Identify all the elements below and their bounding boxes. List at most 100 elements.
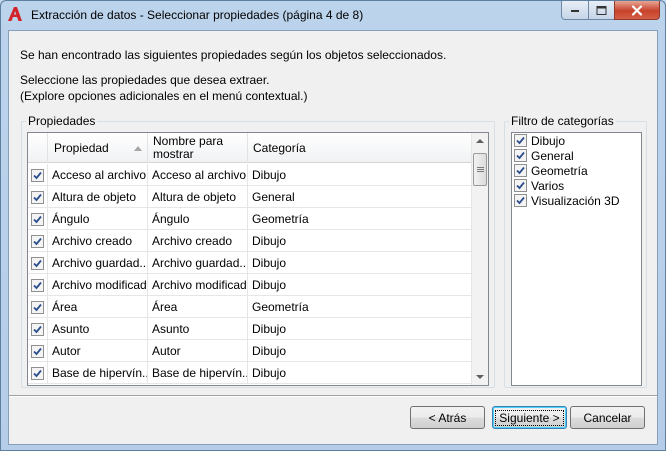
row-checkbox[interactable] [31, 322, 44, 336]
category-checkbox[interactable] [514, 194, 527, 207]
category-filter-item[interactable]: Geometría [512, 163, 641, 178]
checkmark-icon [516, 181, 525, 190]
grip-line [477, 169, 484, 170]
cell-category[interactable]: Dibujo [248, 274, 473, 296]
table-row[interactable]: Ángulo Ángulo Geometría [28, 208, 473, 230]
table-row[interactable]: Acceso al archivo Acceso al archivo Dibujo [28, 164, 473, 186]
row-check-cell[interactable] [28, 362, 48, 384]
cell-property[interactable]: Área [48, 296, 148, 318]
row-checkbox[interactable] [31, 212, 44, 226]
header-display-name[interactable]: Nombre para mostrar [148, 133, 248, 163]
cell-display-name[interactable]: Base de hipervín... [148, 362, 248, 384]
row-checkbox[interactable] [31, 366, 44, 380]
scroll-down-icon[interactable] [476, 375, 484, 379]
row-checkbox[interactable] [31, 190, 44, 204]
row-checkbox[interactable] [31, 278, 44, 292]
table-row[interactable]: Base de hipervín... Base de hipervín... Di… [28, 362, 473, 384]
row-check-cell[interactable] [28, 208, 48, 230]
category-checkbox[interactable] [514, 164, 527, 177]
properties-grid[interactable]: Propiedad Nombre para mostrar Categoría … [27, 132, 489, 386]
checkmark-icon [33, 347, 42, 355]
table-row[interactable]: Archivo modificado Archivo modificado Dibu… [28, 274, 473, 296]
cell-display-name[interactable]: Ángulo [148, 208, 248, 230]
row-checkbox[interactable] [31, 256, 44, 270]
row-checkbox[interactable] [31, 300, 44, 314]
cell-display-name[interactable]: Autor [148, 340, 248, 362]
intro-text: Se han encontrado las siguientes propied… [20, 48, 447, 62]
table-row[interactable]: Archivo creado Archivo creado Dibujo [28, 230, 473, 252]
cell-property[interactable]: Autor [48, 340, 148, 362]
row-check-cell[interactable] [28, 164, 48, 186]
row-check-cell[interactable] [28, 230, 48, 252]
table-row[interactable]: Autor Autor Dibujo [28, 340, 473, 362]
grip-line [477, 167, 484, 168]
cell-display-name[interactable]: Acceso al archivo [148, 164, 248, 186]
cell-property[interactable]: Altura de objeto [48, 186, 148, 208]
grid-rows: Acceso al archivo Acceso al archivo Dibujo… [28, 164, 473, 384]
cell-category[interactable]: Dibujo [248, 164, 473, 186]
row-checkbox[interactable] [31, 344, 44, 358]
row-checkbox[interactable] [31, 234, 44, 248]
cell-property[interactable]: Archivo creado [48, 230, 148, 252]
back-button[interactable]: < Atrás [410, 406, 485, 429]
cell-category[interactable]: Dibujo [248, 230, 473, 252]
category-filter-item[interactable]: Visualización 3D [512, 193, 641, 208]
cell-category[interactable]: Geometría [248, 296, 473, 318]
category-filter-list[interactable]: Dibujo General Geometría Varios Visualizació… [511, 132, 642, 386]
cancel-button[interactable]: Cancelar [570, 406, 645, 429]
category-checkbox[interactable] [514, 134, 527, 147]
row-check-cell[interactable] [28, 318, 48, 340]
cell-category[interactable]: Dibujo [248, 362, 473, 384]
cell-category[interactable]: Dibujo [248, 318, 473, 340]
header-display-name-label: Nombre para mostrar [153, 134, 224, 161]
category-checkbox[interactable] [514, 149, 527, 162]
cell-category[interactable]: Dibujo [248, 252, 473, 274]
maximize-button[interactable] [588, 1, 615, 20]
row-check-cell[interactable] [28, 340, 48, 362]
row-check-cell[interactable] [28, 186, 48, 208]
cell-category[interactable]: General [248, 186, 473, 208]
category-checkbox[interactable] [514, 179, 527, 192]
row-checkbox[interactable] [31, 168, 44, 182]
category-filter-item[interactable]: Dibujo [512, 133, 641, 148]
header-category[interactable]: Categoría [248, 133, 473, 163]
cell-category[interactable]: Dibujo [248, 340, 473, 362]
cell-display-name[interactable]: Área [148, 296, 248, 318]
cell-property[interactable]: Asunto [48, 318, 148, 340]
category-filter-item[interactable]: Varios [512, 178, 641, 193]
cell-display-name[interactable]: Archivo creado [148, 230, 248, 252]
cell-category[interactable]: Geometría [248, 208, 473, 230]
cell-property[interactable]: Archivo modificado [48, 274, 148, 296]
checkmark-icon [516, 136, 525, 145]
next-button[interactable]: Siguiente > [492, 406, 567, 429]
grid-vertical-scrollbar[interactable] [471, 133, 488, 385]
table-row[interactable]: Área Área Geometría [28, 296, 473, 318]
row-check-cell[interactable] [28, 252, 48, 274]
category-filter-item[interactable]: General [512, 148, 641, 163]
cell-display-name[interactable]: Archivo guardad... [148, 252, 248, 274]
row-check-cell[interactable] [28, 296, 48, 318]
cell-property[interactable]: Archivo guardad... [48, 252, 148, 274]
close-button[interactable] [614, 1, 660, 20]
minimize-button[interactable] [561, 1, 589, 20]
cell-display-name[interactable]: Altura de objeto [148, 186, 248, 208]
scroll-up-icon[interactable] [476, 139, 484, 143]
scroll-thumb[interactable] [473, 153, 487, 186]
dialog-content: Se han encontrado las siguientes propied… [8, 30, 658, 445]
header-check-column[interactable] [28, 133, 48, 163]
cell-display-name[interactable]: Archivo modificado [148, 274, 248, 296]
cancel-button-label: Cancelar [583, 410, 632, 425]
category-label: Geometría [531, 163, 588, 178]
header-category-label: Categoría [253, 140, 306, 155]
header-property[interactable]: Propiedad [48, 133, 148, 163]
cell-property[interactable]: Ángulo [48, 208, 148, 230]
cell-property[interactable]: Acceso al archivo [48, 164, 148, 186]
table-row[interactable]: Asunto Asunto Dibujo [28, 318, 473, 340]
cell-display-name[interactable]: Asunto [148, 318, 248, 340]
cell-property[interactable]: Base de hipervín... [48, 362, 148, 384]
table-row[interactable]: Archivo guardad... Archivo guardad... Dibu… [28, 252, 473, 274]
row-check-cell[interactable] [28, 274, 48, 296]
sort-ascending-icon [134, 146, 142, 151]
table-row[interactable]: Altura de objeto Altura de objeto General [28, 186, 473, 208]
title-bar[interactable]: Extracción de datos - Seleccionar propie… [1, 1, 665, 29]
